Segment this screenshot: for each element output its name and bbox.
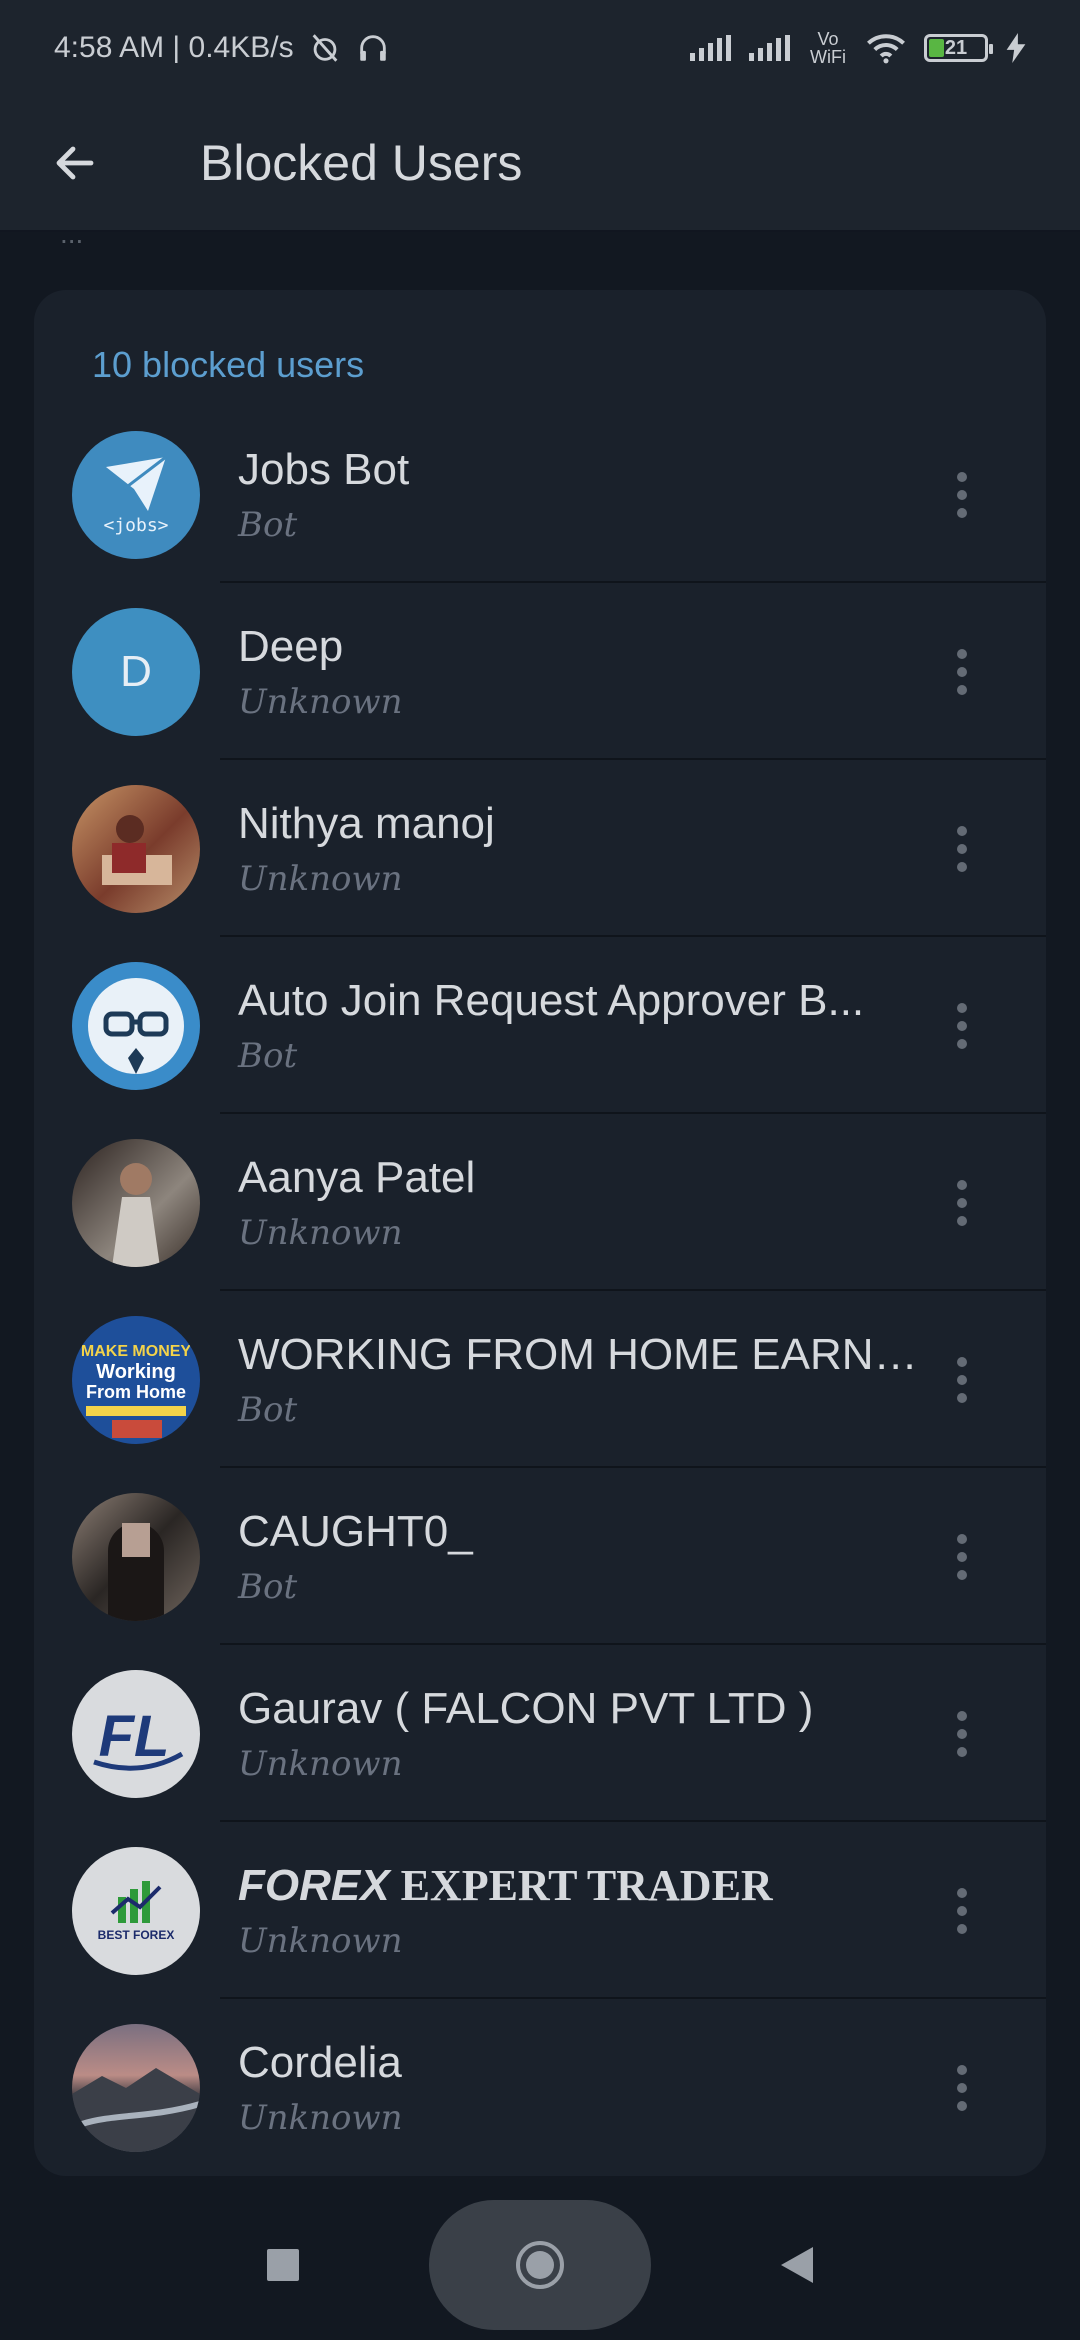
more-options-button[interactable] bbox=[922, 1851, 1002, 1971]
system-nav-bar bbox=[0, 2190, 1080, 2340]
fl-logo-avatar: FL bbox=[72, 1669, 200, 1798]
charging-icon bbox=[1006, 33, 1026, 63]
more-options-button[interactable] bbox=[922, 435, 1002, 555]
signal-icon-2 bbox=[749, 35, 790, 61]
home-circle-icon bbox=[516, 2241, 564, 2289]
user-info: Cordelia Unknown bbox=[238, 2038, 922, 2138]
user-info: Aanya Patel Unknown bbox=[238, 1153, 922, 1253]
back-nav-button[interactable] bbox=[757, 2225, 837, 2305]
photo-avatar bbox=[72, 784, 200, 913]
home-button[interactable] bbox=[429, 2200, 651, 2330]
list-item[interactable]: MAKE MONEY Working From Home WORKING FRO… bbox=[34, 1291, 1046, 1468]
user-status: Bot bbox=[238, 1389, 298, 1430]
user-name: Nithya manoj bbox=[238, 798, 495, 848]
list-item[interactable]: CAUGHT0_ Bot bbox=[34, 1468, 1046, 1645]
user-info: Nithya manoj Unknown bbox=[238, 799, 922, 899]
more-options-button[interactable] bbox=[922, 2028, 1002, 2148]
user-status: Unknown bbox=[238, 1921, 403, 1961]
user-status: Unknown bbox=[238, 1212, 403, 1253]
user-name: Cordelia bbox=[238, 2037, 402, 2087]
forex-logo-avatar: BEST FOREX bbox=[72, 1846, 200, 1975]
svg-text:From Home: From Home bbox=[86, 1382, 186, 1402]
back-button[interactable] bbox=[0, 95, 150, 231]
wifi-icon bbox=[867, 34, 905, 64]
list-item[interactable]: D Deep Unknown bbox=[34, 583, 1046, 760]
user-info: Jobs Bot Bot bbox=[238, 445, 922, 545]
more-options-button[interactable] bbox=[922, 1497, 1002, 1617]
list-item[interactable]: Nithya manoj Unknown bbox=[34, 760, 1046, 937]
user-status: Bot bbox=[238, 504, 298, 545]
more-options-button[interactable] bbox=[922, 966, 1002, 1086]
list-item[interactable]: BEST FOREX FOREX EXPERT TRADER Unknown bbox=[34, 1822, 1046, 1999]
more-options-button[interactable] bbox=[922, 1674, 1002, 1794]
svg-text:FL: FL bbox=[99, 1704, 170, 1769]
status-bar: 4:58 AM | 0.4KB/s Vo WiFi 21 bbox=[0, 0, 1080, 96]
battery-icon: 21 bbox=[924, 34, 993, 62]
page-title: Blocked Users bbox=[200, 135, 523, 191]
jobs-bot-avatar: <jobs> bbox=[72, 430, 200, 559]
more-options-button[interactable] bbox=[922, 789, 1002, 909]
more-options-button[interactable] bbox=[922, 612, 1002, 732]
blocked-count-header: 10 blocked users bbox=[92, 344, 365, 385]
user-name: Aanya Patel bbox=[238, 1152, 476, 1202]
user-name: FOREX EXPERT TRADER bbox=[238, 1860, 922, 1911]
vowifi-label: Vo WiFi bbox=[810, 29, 846, 67]
svg-text:MAKE MONEY: MAKE MONEY bbox=[81, 1343, 192, 1360]
user-name-rest: EXPERT TRADER bbox=[400, 1861, 773, 1910]
user-name: CAUGHT0_ bbox=[238, 1506, 473, 1556]
list-item[interactable]: Aanya Patel Unknown bbox=[34, 1114, 1046, 1291]
user-info: Deep Unknown bbox=[238, 622, 922, 722]
signal-icon bbox=[690, 35, 731, 61]
headphones-icon bbox=[359, 35, 386, 61]
user-status: Bot bbox=[238, 1566, 298, 1607]
user-info: Auto Join Request Approver B... Bot bbox=[238, 976, 922, 1076]
alarm-off-icon bbox=[312, 34, 337, 62]
book-cover-avatar: MAKE MONEY Working From Home bbox=[72, 1315, 200, 1444]
list-item[interactable]: FL Gaurav ( FALCON PVT LTD ) Unknown bbox=[34, 1645, 1046, 1822]
user-status: Unknown bbox=[238, 2097, 403, 2138]
svg-text:<jobs>: <jobs> bbox=[103, 515, 168, 536]
avatar-letter: D bbox=[120, 646, 152, 696]
robot-avatar bbox=[72, 961, 200, 1090]
svg-text:BEST FOREX: BEST FOREX bbox=[98, 1928, 175, 1942]
user-info: WORKING FROM HOME EARNI... Bot bbox=[238, 1330, 922, 1430]
user-name: Gaurav ( FALCON PVT LTD ) bbox=[238, 1683, 814, 1733]
more-options-button[interactable] bbox=[922, 1320, 1002, 1440]
user-info: Gaurav ( FALCON PVT LTD ) Unknown bbox=[238, 1684, 922, 1784]
list-item[interactable]: <jobs> Jobs Bot Bot bbox=[34, 406, 1046, 583]
triangle-back-icon bbox=[781, 2247, 813, 2283]
blocked-users-card: 10 blocked users <jobs> Jobs Bot Bot D D… bbox=[34, 290, 1046, 2176]
list-item[interactable]: Auto Join Request Approver B... Bot bbox=[34, 937, 1046, 1114]
user-info: FOREX EXPERT TRADER Unknown bbox=[238, 1860, 922, 1961]
recents-button[interactable] bbox=[243, 2225, 323, 2305]
photo-avatar bbox=[72, 1492, 200, 1621]
arrow-back-icon bbox=[56, 146, 94, 180]
user-status: Unknown bbox=[238, 1743, 403, 1784]
user-name: Jobs Bot bbox=[238, 444, 410, 494]
user-name: WORKING FROM HOME EARNI... bbox=[238, 1329, 922, 1379]
battery-level: 21 bbox=[944, 36, 968, 59]
user-info: CAUGHT0_ Bot bbox=[238, 1507, 922, 1607]
user-name: Deep bbox=[238, 621, 344, 671]
square-icon bbox=[267, 2249, 299, 2281]
user-status: Bot bbox=[238, 1035, 298, 1076]
photo-avatar bbox=[72, 1138, 200, 1267]
status-left: 4:58 AM | 0.4KB/s bbox=[54, 31, 390, 65]
landscape-avatar bbox=[72, 2023, 200, 2152]
more-options-button[interactable] bbox=[922, 1143, 1002, 1263]
user-status: Unknown bbox=[238, 858, 403, 899]
svg-text:Working: Working bbox=[96, 1361, 176, 1383]
letter-avatar: D bbox=[72, 607, 200, 736]
time-speed-text: 4:58 AM | 0.4KB/s bbox=[54, 31, 294, 64]
user-name: Auto Join Request Approver B... bbox=[238, 975, 865, 1025]
app-bar: Blocked Users bbox=[0, 96, 1080, 232]
partial-text: ... bbox=[60, 218, 84, 249]
user-status: Unknown bbox=[238, 681, 403, 722]
list-item[interactable]: Cordelia Unknown bbox=[34, 1999, 1046, 2176]
status-right: Vo WiFi 21 bbox=[690, 30, 1026, 66]
user-name-prefix: FOREX bbox=[238, 1861, 390, 1910]
